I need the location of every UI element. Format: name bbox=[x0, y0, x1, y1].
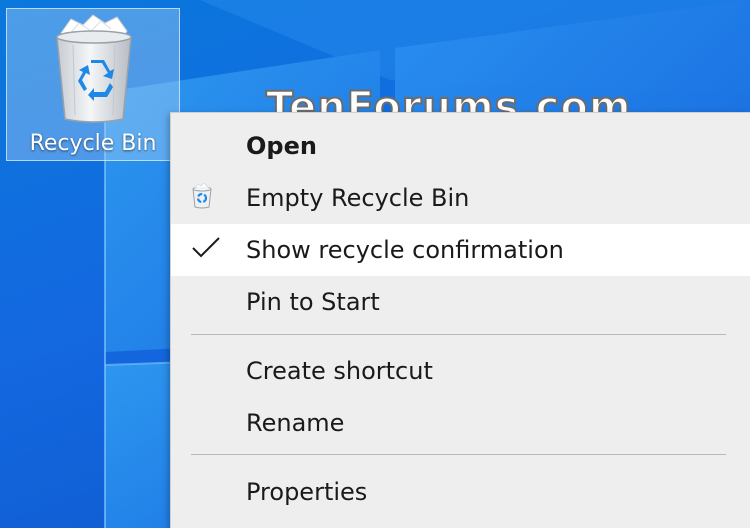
menu-item-rename[interactable]: Rename bbox=[171, 397, 750, 449]
menu-item-pin-to-start[interactable]: Pin to Start bbox=[171, 276, 750, 328]
menu-item-label: Show recycle confirmation bbox=[246, 236, 564, 264]
menu-item-label: Empty Recycle Bin bbox=[246, 184, 470, 212]
menu-item-create-shortcut[interactable]: Create shortcut bbox=[171, 345, 750, 397]
menu-item-label: Properties bbox=[246, 478, 368, 506]
menu-item-label: Create shortcut bbox=[246, 357, 433, 385]
menu-item-show-recycle-confirmation[interactable]: Show recycle confirmation bbox=[171, 224, 750, 276]
menu-item-label: Pin to Start bbox=[246, 288, 380, 316]
context-menu: Open Empty Recycle Bin Show recycle conf… bbox=[170, 112, 750, 528]
menu-item-open[interactable]: Open bbox=[171, 120, 750, 172]
recycle-bin-icon bbox=[191, 182, 213, 213]
menu-item-properties[interactable]: Properties bbox=[171, 466, 750, 518]
recycle-bin-icon bbox=[56, 14, 132, 123]
menu-item-label: Rename bbox=[246, 409, 345, 437]
menu-separator bbox=[191, 454, 726, 455]
desktop: Recycle Bin TenForums.com Open Empty Rec… bbox=[0, 0, 750, 528]
recycle-bin-label: Recycle Bin bbox=[29, 131, 157, 156]
recycle-bin-desktop-icon[interactable]: Recycle Bin bbox=[6, 8, 180, 161]
menu-item-empty-recycle-bin[interactable]: Empty Recycle Bin bbox=[171, 172, 750, 224]
menu-separator bbox=[191, 334, 726, 335]
menu-item-label: Open bbox=[246, 132, 317, 160]
checkmark-icon bbox=[191, 236, 221, 264]
